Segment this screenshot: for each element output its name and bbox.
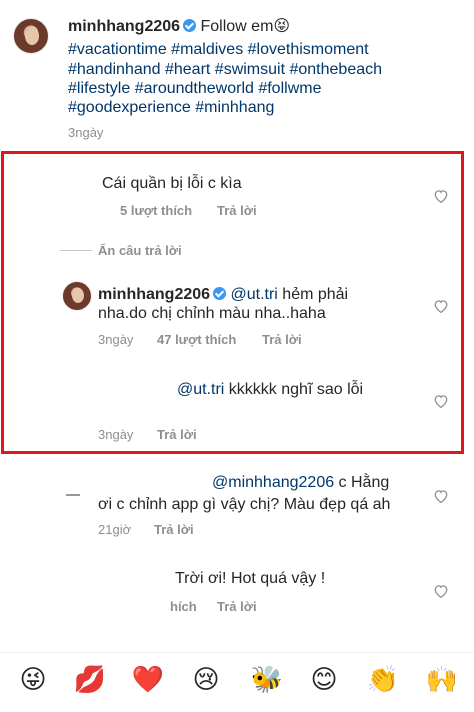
reply-2-reply-button[interactable]: Trả lời	[157, 427, 197, 442]
smiling-face-emoji-icon[interactable]: 😊	[307, 663, 341, 697]
crying-face-emoji-icon[interactable]: 😢	[189, 663, 223, 697]
reply-2-like-heart-icon[interactable]	[433, 394, 449, 408]
emoji-reaction-bar: 😜 💋 ❤️ 😢 🐝 😊 👏 🙌	[0, 652, 474, 702]
comment-3-line-1: @minhhang2206 c Hằng	[212, 473, 389, 493]
caption-text: Follow em😝	[200, 18, 291, 35]
comment-1-like-heart-icon[interactable]	[433, 189, 449, 203]
raising-hands-emoji-icon[interactable]: 🙌	[425, 663, 459, 697]
kiss-mark-emoji-icon[interactable]: 💋	[73, 663, 107, 697]
red-heart-emoji-icon[interactable]: ❤️	[131, 663, 165, 697]
winking-tongue-emoji-icon[interactable]: 😜	[16, 663, 50, 697]
caption-time: 3ngày	[68, 125, 104, 140]
comment-3-reply-button[interactable]: Trả lời	[154, 522, 194, 537]
comment-3-mention[interactable]: @minhhang2206	[212, 474, 334, 491]
hide-replies-divider	[60, 250, 92, 251]
reply-1-like-heart-icon[interactable]	[433, 299, 449, 313]
reply-1-text-2: nha.do chị chỉnh màu nha..haha	[98, 305, 326, 322]
bee-emoji-icon[interactable]: 🐝	[250, 663, 284, 697]
caption-hashtags-4[interactable]: #goodexperience #minhhang	[68, 98, 274, 118]
comment-3-text-1: c Hằng	[334, 474, 390, 491]
comment-3-time: 21giờ	[98, 522, 132, 537]
reply-1-username[interactable]: minhhang2206	[98, 286, 210, 303]
reply-2-line: @ut.tri kkkkkk nghĩ sao lỗi	[177, 380, 363, 400]
reply-2-text: kkkkkk nghĩ sao lỗi	[224, 381, 364, 398]
comment-3-text-2: ơi c chỉnh app gì vậy chị? Màu đẹp qá ah	[98, 496, 391, 513]
reply-2-mention[interactable]: @ut.tri	[177, 381, 224, 398]
reply-1-line-1: minhhang2206 @ut.tri hẻm phải	[98, 285, 348, 305]
verified-badge-icon	[183, 19, 197, 32]
hide-replies-button[interactable]: Ẩn câu trả lời	[98, 243, 182, 258]
avatar-face	[72, 288, 84, 303]
comment-1-likes[interactable]: 5 lượt thích	[120, 203, 192, 218]
caption-line-1: minhhang2206 Follow em😝	[68, 17, 290, 37]
caption-hashtags-1[interactable]: #vacationtime #maldives #lovethismoment	[68, 40, 369, 60]
reply-1-reply-button[interactable]: Trả lời	[262, 332, 302, 347]
comment-4-reply-button[interactable]: Trả lời	[217, 599, 257, 614]
verified-badge-icon	[213, 287, 227, 300]
comment-1-reply-button[interactable]: Trả lời	[217, 203, 257, 218]
reply-1-text-1: hẻm phải	[277, 286, 349, 303]
avatar-face	[25, 27, 39, 45]
caption-username[interactable]: minhhang2206	[68, 18, 180, 35]
reply-1-time: 3ngày	[98, 332, 134, 347]
caption-hashtags-3[interactable]: #lifestyle #aroundtheworld #follwme	[68, 79, 321, 99]
caption-avatar[interactable]	[13, 18, 49, 54]
comment-4-text: Trời ơi! Hot quá vậy !	[175, 570, 326, 587]
comment-4-likes[interactable]: hích	[170, 599, 197, 614]
comment-1-text: Cái quần bị lỗi c kìa	[102, 175, 242, 192]
reply-2-time: 3ngày	[98, 427, 134, 442]
comment-3-obscured-avatar	[66, 494, 80, 496]
reply-1-likes[interactable]: 47 lượt thích	[157, 332, 236, 347]
clapping-hands-emoji-icon[interactable]: 👏	[366, 663, 400, 697]
comment-4-like-heart-icon[interactable]	[433, 584, 449, 598]
comment-3-like-heart-icon[interactable]	[433, 489, 449, 503]
reply-1-mention[interactable]: @ut.tri	[230, 286, 277, 303]
reply-1-avatar[interactable]	[62, 281, 92, 311]
caption-hashtags-2[interactable]: #handinhand #heart #swimsuit #onthebeach	[68, 60, 382, 80]
